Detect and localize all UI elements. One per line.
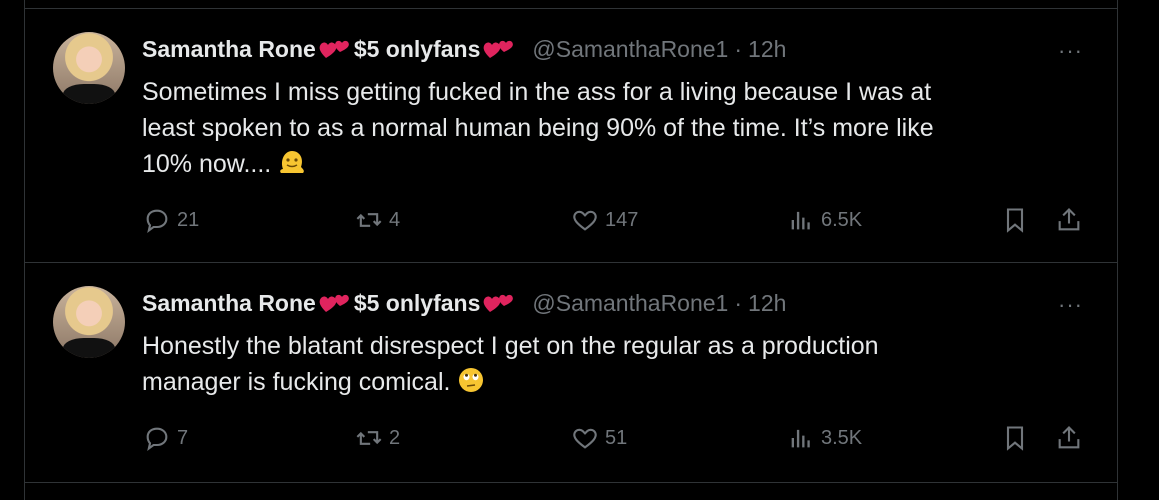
reply-count: 21 xyxy=(177,208,200,231)
like-count: 51 xyxy=(605,426,628,449)
timeline-column: Samantha Rone $5 onlyfans @SamanthaRone1… xyxy=(24,0,1118,500)
share-button[interactable] xyxy=(1055,206,1089,234)
retweet-count: 4 xyxy=(389,208,401,231)
tweet-text-line: Honestly the blatant disrespect I get on… xyxy=(142,332,879,360)
like-button[interactable]: 51 xyxy=(571,424,627,452)
tweet-text-line: Sometimes I miss getting fucked in the a… xyxy=(142,78,932,106)
two-hearts-icon xyxy=(319,294,349,312)
heart-icon xyxy=(573,210,597,231)
like-button[interactable]: 147 xyxy=(571,206,638,234)
reply-count: 7 xyxy=(177,426,189,449)
eye-roll-face-icon xyxy=(459,368,484,392)
bookmark-icon xyxy=(1006,208,1024,233)
share-icon xyxy=(1058,208,1080,231)
two-hearts-icon xyxy=(483,40,514,58)
tweet-text: Sometimes I miss getting fucked in the a… xyxy=(142,74,1062,182)
views-button[interactable]: 6.5K xyxy=(787,206,862,234)
view-count: 6.5K xyxy=(821,208,863,231)
tweet-actions: 7 2 51 3.5K xyxy=(25,424,1117,458)
display-name-suffix: $5 onlyfans xyxy=(353,290,481,316)
reply-icon xyxy=(146,209,168,234)
analytics-icon xyxy=(791,211,810,230)
divider xyxy=(25,482,1117,483)
timestamp[interactable]: 12h xyxy=(748,36,786,63)
reply-button[interactable]: 21 xyxy=(143,206,199,234)
bookmark-button[interactable] xyxy=(1001,206,1035,234)
share-icon xyxy=(1058,426,1080,449)
avatar[interactable] xyxy=(53,32,125,104)
share-button[interactable] xyxy=(1055,424,1089,452)
display-name[interactable]: Samantha Rone xyxy=(142,36,316,63)
tweet-text-line: manager is fucking comical. xyxy=(142,364,1062,400)
retweet-button[interactable]: 4 xyxy=(355,206,400,234)
retweet-icon xyxy=(356,431,382,445)
tweet-text: Honestly the blatant disrespect I get on… xyxy=(142,328,1062,400)
tweet-header: Samantha Rone $5 onlyfans @SamanthaRone1… xyxy=(142,290,786,317)
handle[interactable]: @SamanthaRone1 xyxy=(532,36,728,63)
two-hearts-icon xyxy=(483,294,514,312)
like-count: 147 xyxy=(605,208,639,231)
analytics-icon xyxy=(791,429,810,448)
reply-button[interactable]: 7 xyxy=(143,424,188,452)
tweet-text-line: 10% now.... xyxy=(142,146,1062,182)
separator-dot: · xyxy=(734,290,743,316)
two-hearts-icon xyxy=(319,40,349,58)
display-name[interactable]: Samantha Rone xyxy=(142,290,316,317)
bookmark-icon xyxy=(1006,426,1024,451)
more-options-button[interactable]: ··· xyxy=(1058,38,1083,64)
tweet[interactable]: Samantha Rone $5 onlyfans @SamanthaRone1… xyxy=(25,8,1117,262)
retweet-count: 2 xyxy=(389,426,401,449)
display-name-suffix: $5 onlyfans xyxy=(353,36,481,62)
heart-icon xyxy=(573,428,597,449)
retweet-button[interactable]: 2 xyxy=(355,424,400,452)
view-count: 3.5K xyxy=(821,426,863,449)
tweet-text-line: least spoken to as a normal human being … xyxy=(142,114,934,142)
more-options-button[interactable]: ··· xyxy=(1058,292,1083,318)
tweet-header: Samantha Rone $5 onlyfans @SamanthaRone1… xyxy=(142,36,786,63)
avatar[interactable] xyxy=(53,286,125,358)
views-button[interactable]: 3.5K xyxy=(787,424,862,452)
tweet[interactable]: Samantha Rone $5 onlyfans @SamanthaRone1… xyxy=(25,262,1117,482)
separator-dot: · xyxy=(734,36,743,62)
timestamp[interactable]: 12h xyxy=(748,290,786,317)
handle[interactable]: @SamanthaRone1 xyxy=(532,290,728,317)
melting-face-icon xyxy=(280,151,305,173)
bookmark-button[interactable] xyxy=(1001,424,1035,452)
retweet-icon xyxy=(356,213,382,227)
tweet-actions: 21 4 147 6.5K xyxy=(25,206,1117,240)
reply-icon xyxy=(146,427,168,452)
